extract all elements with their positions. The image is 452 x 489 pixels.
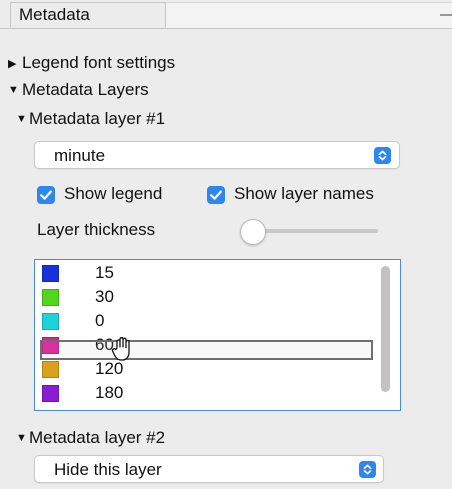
open-hand-cursor-icon bbox=[110, 335, 136, 363]
tree-item-metadata-layers[interactable]: ▼ Metadata Layers bbox=[8, 80, 268, 102]
legend-color-list[interactable]: 15 30 0 60 120 180 bbox=[34, 259, 401, 411]
color-swatch[interactable] bbox=[42, 385, 59, 402]
legend-value: 30 bbox=[95, 287, 114, 306]
layer1-select-value: minute bbox=[54, 146, 106, 165]
triangle-down-icon: ▼ bbox=[16, 432, 27, 444]
layer2-select-value: Hide this layer bbox=[54, 460, 162, 479]
tree-item-label: Metadata layer #2 bbox=[29, 428, 166, 447]
triangle-right-icon: ▶ bbox=[8, 58, 17, 70]
layer-thickness-label: Layer thickness bbox=[37, 220, 156, 239]
legend-value: 180 bbox=[95, 383, 124, 402]
tab-bar-empty-area bbox=[166, 2, 452, 28]
list-scrollbar[interactable] bbox=[381, 266, 390, 392]
legend-value: 0 bbox=[95, 311, 105, 330]
tab-metadata[interactable]: Metadata bbox=[10, 2, 166, 28]
color-swatch[interactable] bbox=[42, 313, 59, 330]
triangle-down-icon: ▼ bbox=[16, 113, 27, 125]
list-item[interactable]: 15 bbox=[35, 262, 375, 285]
layer-thickness-slider-track[interactable] bbox=[258, 229, 378, 233]
list-item[interactable]: 120 bbox=[35, 358, 375, 381]
tree-item-metadata-layer-2[interactable]: ▼ Metadata layer #2 bbox=[16, 428, 276, 450]
updown-chevron-icon bbox=[374, 147, 391, 164]
layer2-metadata-select[interactable]: Hide this layer bbox=[34, 455, 384, 483]
drag-drop-indicator bbox=[40, 340, 373, 360]
color-swatch[interactable] bbox=[42, 289, 59, 306]
layer1-metadata-select[interactable]: minute bbox=[34, 141, 400, 169]
minimize-icon[interactable] bbox=[440, 14, 452, 16]
show-legend-label: Show legend bbox=[64, 184, 163, 203]
list-item[interactable]: 0 bbox=[35, 310, 375, 333]
list-item[interactable]: 30 bbox=[35, 286, 375, 309]
show-layer-names-checkbox[interactable]: Show layer names bbox=[207, 183, 417, 207]
color-swatch[interactable] bbox=[42, 265, 59, 282]
layer-thickness-slider-knob[interactable] bbox=[240, 219, 266, 245]
color-swatch[interactable] bbox=[42, 361, 59, 378]
tab-metadata-label: Metadata bbox=[19, 5, 90, 24]
legend-value: 15 bbox=[95, 263, 114, 282]
show-legend-checkbox[interactable]: Show legend bbox=[37, 183, 207, 207]
show-layer-names-label: Show layer names bbox=[234, 184, 374, 203]
tree-item-legend-font-settings[interactable]: ▶ Legend font settings bbox=[8, 53, 268, 75]
triangle-down-icon: ▼ bbox=[8, 84, 19, 96]
list-item[interactable]: 180 bbox=[35, 382, 375, 405]
checkmark-icon bbox=[207, 186, 225, 204]
tree-item-label: Metadata Layers bbox=[22, 80, 149, 99]
updown-chevron-icon bbox=[359, 461, 376, 478]
checkmark-icon bbox=[37, 186, 55, 204]
tree-item-metadata-layer-1[interactable]: ▼ Metadata layer #1 bbox=[16, 109, 276, 131]
tree-item-label: Legend font settings bbox=[22, 53, 176, 72]
tree-item-label: Metadata layer #1 bbox=[29, 109, 166, 128]
